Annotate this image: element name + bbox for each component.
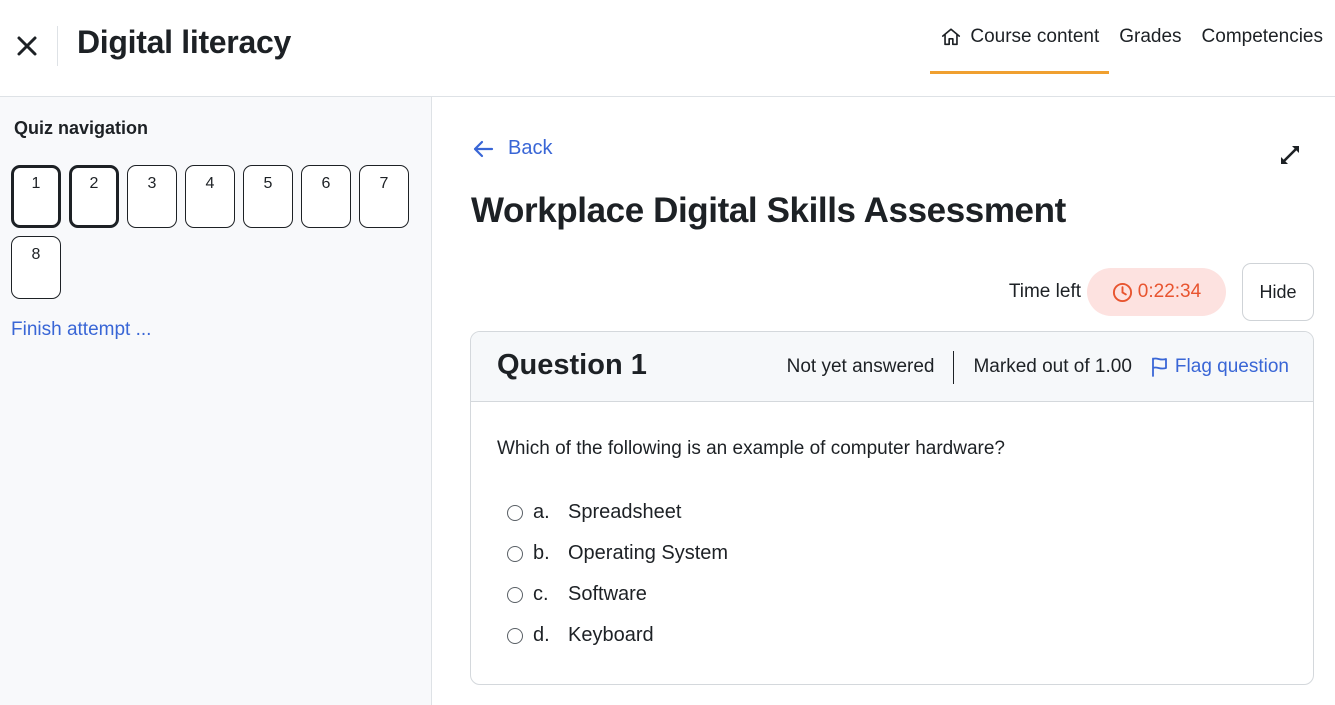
fullscreen-button[interactable] xyxy=(1277,142,1303,168)
answer-radio-c[interactable] xyxy=(507,586,523,603)
back-link[interactable]: Back xyxy=(472,137,552,160)
question-number: Question 1 xyxy=(497,349,647,381)
answer-radio-a[interactable] xyxy=(507,504,523,521)
clock-icon xyxy=(1112,282,1133,303)
answer-letter: a. xyxy=(533,501,550,523)
question-nav-button-1[interactable]: 1 xyxy=(11,165,61,228)
timer-row: Time left 0:22:34 Hide xyxy=(1009,263,1314,321)
answer-option-d[interactable]: d. Keyboard xyxy=(507,615,728,656)
quiz-navigation-title: Quiz navigation xyxy=(14,118,149,138)
question-nav-button-6[interactable]: 6 xyxy=(301,165,351,228)
course-nav-tabs: Course content Grades Competencies xyxy=(930,0,1335,97)
answer-option-a[interactable]: a. Spreadsheet xyxy=(507,492,728,533)
quiz-title: Workplace Digital Skills Assessment xyxy=(471,191,1066,230)
back-label: Back xyxy=(508,137,553,159)
arrow-left-icon xyxy=(472,140,494,158)
tab-course-content-label: Course content xyxy=(970,26,1100,47)
answer-text: Keyboard xyxy=(568,624,654,646)
flag-question-link[interactable]: Flag question xyxy=(1150,356,1289,378)
time-left-label: Time left xyxy=(1008,281,1081,302)
flag-icon xyxy=(1150,356,1170,378)
question-header: Question 1 Not yet answered Marked out o… xyxy=(471,332,1313,402)
close-icon xyxy=(17,36,37,56)
tab-competencies[interactable]: Competencies xyxy=(1192,0,1335,74)
answer-radio-b[interactable] xyxy=(507,545,523,562)
answer-text: Software xyxy=(568,583,647,605)
answer-text: Spreadsheet xyxy=(568,501,682,523)
question-nav-button-3[interactable]: 3 xyxy=(127,165,177,228)
tab-grades-label: Grades xyxy=(1119,26,1182,47)
answer-text: Operating System xyxy=(568,542,729,564)
expand-icon xyxy=(1281,146,1299,164)
answer-letter: b. xyxy=(533,542,550,564)
question-marks: Marked out of 1.00 xyxy=(973,356,1132,377)
answer-options: a. Spreadsheet b. Operating System c. So… xyxy=(507,492,728,656)
answer-option-b[interactable]: b. Operating System xyxy=(507,533,728,574)
question-nav-button-4[interactable]: 4 xyxy=(185,165,235,228)
tab-grades[interactable]: Grades xyxy=(1109,0,1191,74)
top-header: Digital literacy Course content Grades C… xyxy=(0,0,1335,97)
timer-badge: 0:22:34 xyxy=(1087,268,1226,316)
header-divider xyxy=(57,26,58,66)
hide-timer-button[interactable]: Hide xyxy=(1242,263,1314,321)
finish-attempt-link[interactable]: Finish attempt ... xyxy=(11,319,151,341)
answer-radio-d[interactable] xyxy=(507,627,523,644)
question-nav-grid: 1 2 3 4 5 6 7 8 xyxy=(11,165,421,299)
tab-course-content[interactable]: Course content xyxy=(930,0,1110,74)
home-icon xyxy=(940,26,962,48)
quiz-navigation-sidebar: Quiz navigation 1 2 3 4 5 6 7 8 Finish a… xyxy=(0,97,432,705)
question-status: Not yet answered xyxy=(786,356,935,377)
answer-option-c[interactable]: c. Software xyxy=(507,574,728,615)
tab-competencies-label: Competencies xyxy=(1201,26,1323,47)
question-nav-button-8[interactable]: 8 xyxy=(11,236,61,299)
timer-value: 0:22:34 xyxy=(1137,281,1202,302)
question-card: Question 1 Not yet answered Marked out o… xyxy=(470,331,1314,685)
close-button[interactable] xyxy=(10,28,44,64)
question-nav-button-2[interactable]: 2 xyxy=(69,165,119,228)
question-text: Which of the following is an example of … xyxy=(497,438,1005,459)
question-nav-button-5[interactable]: 5 xyxy=(243,165,293,228)
question-meta: Not yet answered Marked out of 1.00 Flag… xyxy=(787,332,1289,402)
main-content: Back Workplace Digital Skills Assessment… xyxy=(432,97,1335,705)
course-title: Digital literacy xyxy=(77,24,291,60)
answer-letter: d. xyxy=(533,624,550,646)
answer-letter: c. xyxy=(533,583,549,605)
flag-question-label: Flag question xyxy=(1174,356,1289,377)
question-nav-button-7[interactable]: 7 xyxy=(359,165,409,228)
